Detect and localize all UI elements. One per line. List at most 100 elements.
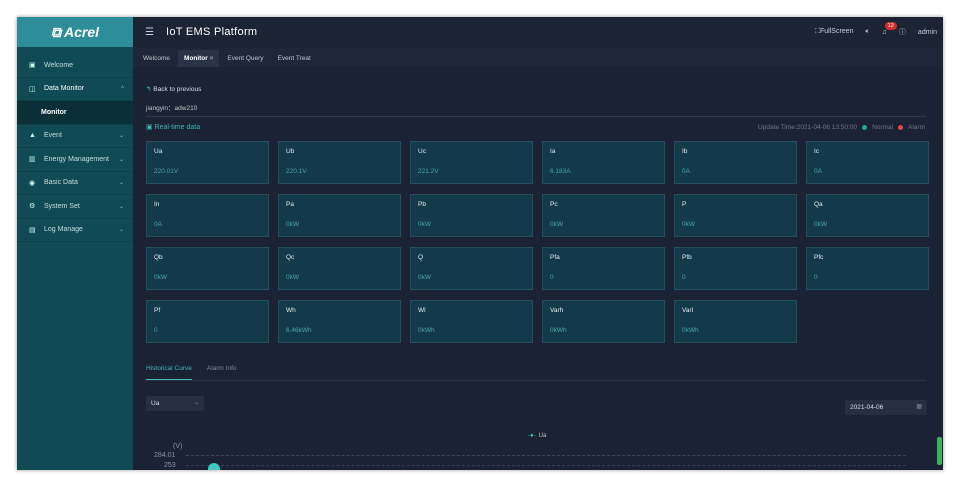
metric-label: Ic — [814, 148, 820, 155]
tab-historical-curve[interactable]: Historical Curve — [146, 365, 192, 380]
metric-card-uc: Uc 221.2V — [410, 141, 533, 184]
metric-label: In — [154, 201, 160, 208]
user-menu[interactable]: admin — [918, 29, 937, 36]
date-picker[interactable]: 2021-04-06 ▦ — [845, 400, 927, 415]
metric-card-pa: Pa 0kW — [278, 194, 401, 237]
metric-card-wh: Wh 6.46kWh — [278, 300, 401, 343]
metric-label: Ib — [682, 148, 688, 155]
log-icon: ▤ — [29, 226, 36, 234]
sidebar-item-label: Monitor — [41, 108, 67, 116]
app-window: ⧉ Acrel ▣ Welcome ◫ Data Monitor ^ Monitor ▲ Eve… — [17, 17, 943, 470]
metric-value: 0A — [154, 221, 162, 228]
metric-label: Ua — [154, 148, 163, 155]
metric-card-varh: Varh 0kWh — [542, 300, 665, 343]
metric-card-ia: Ia 6.183A — [542, 141, 665, 184]
tab-bar: Welcome Monitor × Event Query Event Trea… — [133, 47, 943, 67]
sidebar-item-label: Welcome — [44, 61, 74, 69]
metric-label: Pc — [550, 201, 558, 208]
data-point[interactable] — [208, 463, 220, 470]
calendar-icon: ▦ — [916, 404, 922, 410]
sidebar-item-event[interactable]: ▲ Event ⌄ — [17, 125, 133, 148]
sidebar-item-welcome[interactable]: ▣ Welcome — [17, 54, 133, 78]
metric-value: 220.1V — [286, 168, 307, 175]
metric-label: Pfc — [814, 254, 824, 261]
metric-value: 0kW — [418, 274, 431, 281]
data-icon: ▣ — [146, 124, 153, 131]
metric-label: Pfa — [550, 254, 560, 261]
metric-label: Pf — [154, 307, 161, 314]
chevron-down-icon: ⌄ — [193, 400, 199, 406]
metric-value: 6.183A — [550, 168, 571, 175]
notification-badge: 12 — [884, 21, 897, 30]
grid-line — [186, 465, 906, 466]
metric-card-varl: Varl 0kWh — [674, 300, 797, 343]
history-chart: (V) 284.01 253 — [146, 443, 906, 470]
sidebar-item-label: Event — [44, 132, 62, 140]
realtime-cards: Ua 220.01V Ub 220.1V Uc 221.2V Ia 6.183A Ib 0A Ic 0… — [146, 141, 929, 343]
metric-card-pfa: Pfa 0 — [542, 247, 665, 290]
metric-label: Varh — [550, 307, 564, 314]
section-title: ▣ Real-time data — [146, 124, 201, 131]
tab-event-treat[interactable]: Event Treat — [272, 50, 317, 67]
metric-card-in: In 0A — [146, 194, 269, 237]
metric-value: 0 — [814, 274, 818, 281]
metric-label: Qc — [286, 254, 295, 261]
sidebar-item-system-set[interactable]: ⚙ System Set ⌄ — [17, 195, 133, 219]
metric-card-ic: Ic 0A — [806, 141, 929, 184]
sidebar-item-label: Basic Data — [44, 179, 78, 187]
metric-card-pfc: Pfc 0 — [806, 247, 929, 290]
metric-card-ib: Ib 0A — [674, 141, 797, 184]
tab-alarm-info[interactable]: Alarm Info — [207, 365, 237, 380]
sidebar-item-basic-data[interactable]: ◉ Basic Data ⌄ — [17, 172, 133, 195]
metric-card-ub: Ub 220.1V — [278, 141, 401, 184]
chevron-icon: ⌄ — [118, 180, 124, 187]
metric-label: Ub — [286, 148, 295, 155]
metric-value: 0kWh — [550, 327, 567, 334]
tab-welcome[interactable]: Welcome — [137, 50, 176, 67]
metric-value: 6.46kWh — [286, 327, 312, 334]
back-link[interactable]: ↰ Back to previous — [146, 85, 201, 93]
settings-icon: ⚙ — [29, 203, 36, 211]
sidebar-item-energy-management[interactable]: ▥ Energy Management ⌄ — [17, 148, 133, 172]
sidebar-item-data-monitor[interactable]: ◫ Data Monitor ^ — [17, 78, 133, 101]
metric-value: 0A — [682, 168, 690, 175]
normal-dot-icon — [862, 125, 868, 130]
metric-value: 0kW — [550, 221, 563, 228]
tab-event-query[interactable]: Event Query — [221, 50, 269, 67]
metric-card-q: Q 0kW — [410, 247, 533, 290]
metric-value: 0kW — [682, 221, 695, 228]
scrollbar[interactable] — [937, 437, 942, 465]
y-axis-unit: (V) — [173, 443, 183, 450]
tab-monitor[interactable]: Monitor × — [177, 50, 220, 67]
chevron-icon: ^ — [121, 85, 124, 92]
metric-value: 0kWh — [418, 327, 435, 334]
sound-icon[interactable]: 🔈︎ — [865, 28, 869, 36]
back-arrow-icon: ↰ — [146, 86, 152, 93]
help-icon[interactable]: ⓘ — [899, 27, 906, 37]
menu-toggle-icon[interactable]: ☰ — [145, 27, 154, 38]
chart-legend[interactable]: -●- Ua — [528, 433, 546, 439]
metric-value: 220.01V — [154, 168, 179, 175]
app-title: IoT EMS Platform — [165, 26, 258, 38]
metric-card-pc: Pc 0kW — [542, 194, 665, 237]
metric-label: Wl — [418, 307, 426, 314]
sidebar-item-log-manage[interactable]: ▤ Log Manage ⌄ — [17, 219, 133, 242]
metric-label: Wh — [286, 307, 296, 314]
warning-icon: ▲ — [29, 132, 36, 140]
metric-label: Ia — [550, 148, 556, 155]
parameter-select[interactable]: Ua ⌄ — [146, 396, 204, 411]
metric-value: 0 — [154, 327, 158, 334]
metric-label: Pa — [286, 201, 294, 208]
notification-button[interactable]: ♫︎ 12 — [882, 21, 897, 36]
chevron-icon: ⌄ — [118, 133, 124, 140]
header: ☰ IoT EMS Platform ⛶FullScreen 🔈︎ ♫︎ 12 ⓘ… — [133, 17, 943, 47]
sidebar-item-monitor[interactable]: Monitor — [17, 101, 133, 125]
data-icon: ◫ — [29, 85, 36, 93]
metric-label: P — [682, 201, 687, 208]
sidebar-item-label: System Set — [44, 202, 80, 210]
close-icon[interactable]: × — [210, 55, 214, 62]
chevron-icon: ⌄ — [118, 203, 124, 210]
y-tick: 284.01 — [154, 452, 176, 459]
fullscreen-button[interactable]: ⛶FullScreen — [815, 28, 853, 36]
metric-value: 0A — [814, 168, 822, 175]
